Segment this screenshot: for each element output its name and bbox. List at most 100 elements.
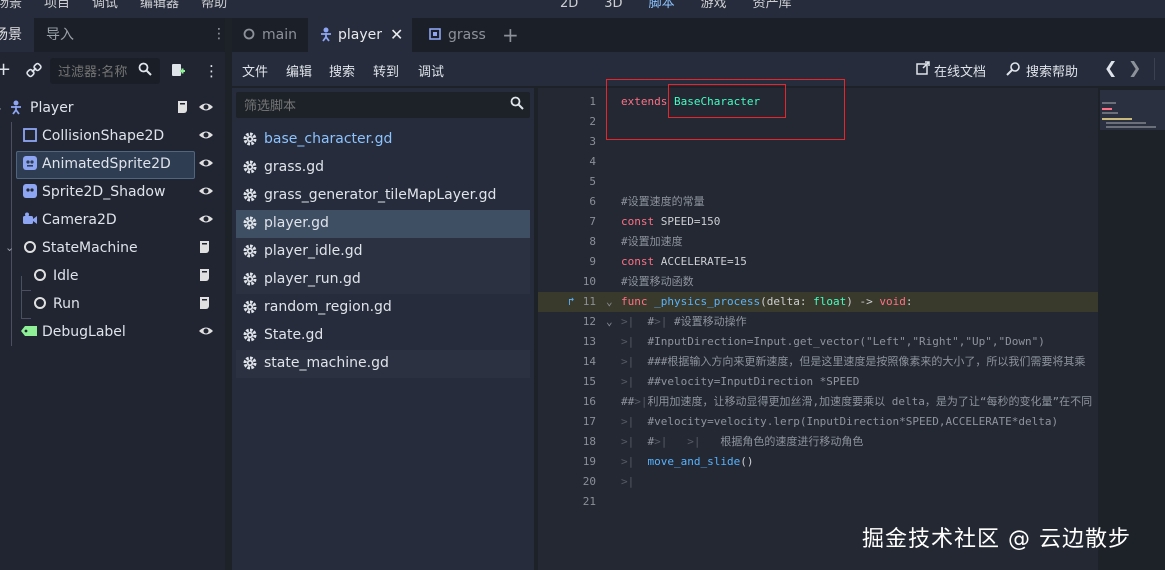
online-docs-button[interactable]: 在线文档 xyxy=(934,61,986,80)
minimap-line xyxy=(1106,126,1156,128)
screen-script[interactable]: 脚本 xyxy=(649,0,675,11)
list-item[interactable]: player.gd xyxy=(236,210,530,238)
gear-icon xyxy=(242,299,258,315)
list-item[interactable]: grass_generator_tileMapLayer.gd xyxy=(236,182,530,210)
visibility-eye-icon[interactable] xyxy=(198,183,214,199)
code-line: 8 #设置加速度 xyxy=(589,235,683,248)
fold-chevron-icon[interactable]: ⌄ xyxy=(606,312,613,332)
node-label: CollisionShape2D xyxy=(42,128,165,144)
search-icon xyxy=(510,96,524,114)
scene-dock: 场景 导入 ⋮ + ⋮ ⌄ Player xyxy=(0,18,226,570)
list-item[interactable]: base_character.gd xyxy=(236,126,530,154)
list-item[interactable]: grass.gd xyxy=(236,154,530,182)
add-tab-icon[interactable]: + xyxy=(502,18,522,52)
visibility-eye-icon[interactable] xyxy=(198,155,214,171)
list-item[interactable]: State.gd xyxy=(236,322,530,350)
chevron-left-icon[interactable]: ❮ xyxy=(1104,58,1117,77)
code-editor[interactable]: 1 extends BaseCharacter 2 3 4 5 6 #设置速度的常量… xyxy=(538,88,1098,570)
menu-edit[interactable]: 编辑 xyxy=(286,61,312,80)
node2d-icon xyxy=(428,18,442,52)
tree-node-idle[interactable]: Idle xyxy=(0,262,225,290)
code-line: 9 const ACCELERATE=15 xyxy=(589,255,747,268)
code-line: 13 >| #InputDirection=Input.get_vector("L… xyxy=(582,335,1045,348)
menu-help[interactable]: 帮助 xyxy=(201,0,227,11)
tree-node-player[interactable]: ⌄ Player xyxy=(0,94,225,122)
visibility-eye-icon[interactable] xyxy=(198,127,214,143)
menu-scene[interactable]: 场景 xyxy=(0,0,22,11)
menu-project[interactable]: 项目 xyxy=(44,0,70,11)
tab-main[interactable]: main xyxy=(232,18,306,52)
link-icon[interactable] xyxy=(26,62,42,82)
script-icon[interactable] xyxy=(176,99,190,119)
tab-import[interactable]: 导入 xyxy=(46,18,74,52)
external-link-icon[interactable] xyxy=(916,61,930,79)
search-help-button[interactable]: 搜索帮助 xyxy=(1026,61,1078,80)
chevron-down-icon[interactable]: ⌄ xyxy=(5,241,14,254)
scene-toolbar: + ⋮ xyxy=(0,52,225,92)
help-search-icon[interactable] xyxy=(1006,61,1022,81)
node-label: Camera2D xyxy=(42,212,117,228)
code-line: 16 ##>|利用加速度，让移动显得更加丝滑,加速度要乘以 delta，是为了让“… xyxy=(582,395,1093,408)
script-filter-input[interactable] xyxy=(242,95,496,117)
tree-node-camera2d[interactable]: Camera2D xyxy=(0,206,225,234)
main-menu: 场景 项目 调试 编辑器 帮助 xyxy=(0,0,249,11)
list-item[interactable]: random_region.gd xyxy=(236,294,530,322)
tree-node-sprite2d-shadow[interactable]: Sprite2D_Shadow xyxy=(0,178,225,206)
visibility-eye-icon[interactable] xyxy=(198,99,214,115)
minimap-viewport xyxy=(1100,90,1165,130)
menu-debug[interactable]: 调试 xyxy=(418,61,444,80)
script-list-panel: base_character.gd grass.gd grass_generat… xyxy=(232,88,534,570)
animated-sprite-icon xyxy=(22,155,38,175)
menu-file[interactable]: 文件 xyxy=(242,61,268,80)
menu-goto[interactable]: 转到 xyxy=(373,61,399,80)
close-icon[interactable]: ✕ xyxy=(390,18,403,52)
tree-node-statemachine[interactable]: ⌄ StateMachine xyxy=(0,234,225,262)
node-label: Run xyxy=(53,296,80,312)
chevron-down-icon[interactable]: ⌄ xyxy=(0,101,3,114)
tab-scene[interactable]: 场景 xyxy=(0,18,34,52)
code-line: 18 >| #>| >| 根据角色的速度进行移动角色 xyxy=(582,435,864,448)
tree-node-animatedsprite2d[interactable]: AnimatedSprite2D xyxy=(0,150,225,179)
node-label: Idle xyxy=(53,268,79,284)
script-icon[interactable] xyxy=(198,295,212,315)
menu-debug[interactable]: 调试 xyxy=(92,0,118,11)
tree-node-debuglabel[interactable]: DebugLabel xyxy=(0,318,225,346)
label-icon xyxy=(20,323,38,343)
script-icon[interactable] xyxy=(198,239,212,259)
menu-editor[interactable]: 编辑器 xyxy=(140,0,179,11)
tab-label: player xyxy=(338,27,383,43)
tab-grass[interactable]: grass xyxy=(418,18,498,52)
tab-player[interactable]: player ✕ xyxy=(308,18,412,52)
menu-search[interactable]: 搜索 xyxy=(329,61,355,80)
node-filter-input[interactable] xyxy=(56,61,140,83)
screen-3d[interactable]: 3D xyxy=(604,0,622,11)
tree-node-run[interactable]: Run xyxy=(0,290,225,318)
add-node-icon[interactable]: + xyxy=(0,59,11,80)
visibility-eye-icon[interactable] xyxy=(198,211,214,227)
node-icon xyxy=(22,239,38,259)
gear-icon xyxy=(242,327,258,343)
tree-node-collisionshape2d[interactable]: CollisionShape2D xyxy=(0,122,225,150)
character-body-icon xyxy=(8,99,24,119)
main-screen-switcher: 2D 3D 脚本 游戏 资产库 xyxy=(560,0,818,11)
script-icon[interactable] xyxy=(198,267,212,287)
code-minimap[interactable] xyxy=(1098,88,1165,570)
list-item[interactable]: player_run.gd xyxy=(236,266,530,294)
node-label: Sprite2D_Shadow xyxy=(42,184,166,200)
list-item[interactable]: state_machine.gd xyxy=(236,350,530,378)
dock-options-icon[interactable]: ⋮ xyxy=(212,26,226,42)
fold-chevron-icon[interactable]: ⌄ xyxy=(606,292,613,312)
search-icon xyxy=(138,62,152,80)
screen-2d[interactable]: 2D xyxy=(560,0,578,11)
tab-label: main xyxy=(262,27,297,43)
scene-options-icon[interactable]: ⋮ xyxy=(204,62,219,80)
minimap-line xyxy=(1106,122,1146,124)
node-label: StateMachine xyxy=(42,240,138,256)
screen-assetlib[interactable]: 资产库 xyxy=(753,0,792,11)
list-item[interactable]: player_idle.gd xyxy=(236,238,530,266)
visibility-eye-icon[interactable] xyxy=(198,323,214,339)
screen-game[interactable]: 游戏 xyxy=(701,0,727,11)
attach-script-icon[interactable] xyxy=(170,62,186,82)
divider xyxy=(1154,58,1155,80)
chevron-right-icon[interactable]: ❯ xyxy=(1128,58,1141,77)
